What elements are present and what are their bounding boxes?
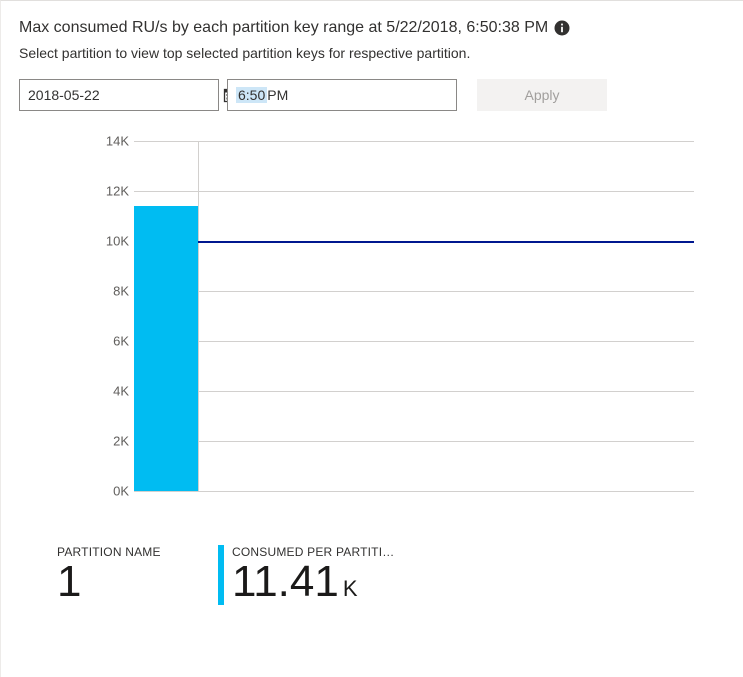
chart-y-tick: 4K	[84, 384, 129, 399]
chart-y-tick: 6K	[84, 334, 129, 349]
throughput-panel: Max consumed RU/s by each partition key …	[0, 0, 743, 677]
chart-gridline	[134, 141, 694, 142]
time-hours-minutes[interactable]: 6:50	[236, 87, 267, 103]
chart-plot-area	[134, 141, 694, 491]
chart-gridline	[134, 391, 694, 392]
chart-reference-line	[198, 241, 694, 243]
info-icon[interactable]	[554, 20, 570, 36]
kpi-consumed-number: 11.41	[232, 557, 339, 606]
chart-gridline	[134, 491, 694, 492]
time-suffix: PM	[267, 87, 288, 103]
chart-bar[interactable]	[134, 206, 198, 491]
chart-axis-vline	[198, 141, 199, 491]
chart-gridline	[134, 341, 694, 342]
controls-row: 6:50 PM Apply	[19, 79, 733, 111]
panel-subtitle: Select partition to view top selected pa…	[19, 45, 733, 61]
chart-y-tick: 0K	[84, 484, 129, 499]
chart-y-tick: 12K	[84, 184, 129, 199]
apply-button[interactable]: Apply	[477, 79, 607, 111]
chart-y-tick: 2K	[84, 434, 129, 449]
date-field[interactable]	[19, 79, 219, 111]
kpi-marker	[218, 545, 224, 605]
chart-gridline	[134, 291, 694, 292]
kpi-consumed: CONSUMED PER PARTITI… 11.41K	[218, 545, 394, 605]
chart-gridline	[134, 191, 694, 192]
kpi-row: PARTITION NAME 1 CONSUMED PER PARTITI… 1…	[43, 545, 723, 605]
chart-y-tick: 14K	[84, 134, 129, 149]
kpi-partition: PARTITION NAME 1	[43, 545, 218, 605]
time-field[interactable]: 6:50 PM	[227, 79, 457, 111]
kpi-partition-value: 1	[57, 559, 161, 605]
panel-title: Max consumed RU/s by each partition key …	[19, 19, 548, 37]
ru-chart[interactable]: 0K 2K 4K 6K 8K 10K 12K 14K	[19, 125, 709, 505]
kpi-consumed-value: 11.41K	[232, 559, 394, 605]
date-input[interactable]	[20, 80, 217, 110]
panel-title-row: Max consumed RU/s by each partition key …	[19, 19, 733, 37]
chart-y-tick: 8K	[84, 284, 129, 299]
chart-y-tick: 10K	[84, 234, 129, 249]
chart-gridline	[134, 441, 694, 442]
kpi-consumed-unit: K	[343, 576, 358, 601]
